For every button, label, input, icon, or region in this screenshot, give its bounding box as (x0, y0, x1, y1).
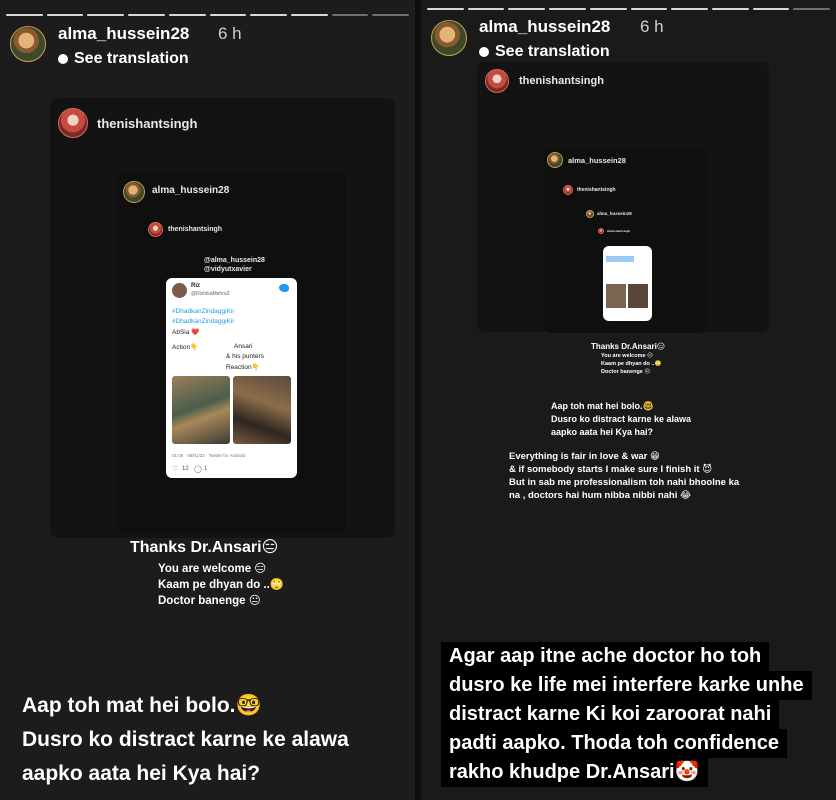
nested-story-card: alma_hussein28 thenishantsingh @alma_hus… (116, 173, 346, 533)
repost-avatar (58, 108, 88, 138)
tweet-meta: 01:05 · 06/01/22 · Twitter for Android (172, 453, 245, 458)
story-progress-bar (427, 8, 831, 10)
tweet-hashtag-1: #DhadkanZindaggiKii (172, 308, 234, 315)
tweet-line-action: Action👇 (172, 344, 199, 351)
story-time: 6 h (640, 17, 664, 36)
tweet-reply-icon: ◯ (194, 466, 202, 473)
story-left[interactable]: alma_hussein28 6 h See translation theni… (0, 0, 415, 800)
profile-avatar[interactable] (10, 26, 46, 62)
shared-story-card[interactable]: thenishantsingh alma_hussein28 thenishan… (50, 98, 395, 538)
tweet-card: Riz @RishikaMehra3 #DhadkanZindaggiKii #… (166, 278, 297, 478)
reply-line-2: Kaam pe dhyan do ..🙄 (601, 361, 662, 367)
translate-icon (58, 54, 68, 64)
repost-avatar (485, 69, 509, 93)
tweet-line-absia: AbSia ❤️ (172, 329, 200, 336)
see-translation-label: See translation (74, 50, 189, 67)
repost-username: thenishantsingh (97, 116, 198, 131)
caption-line-3: aapko aata hei Kya hai? (22, 762, 261, 785)
story-text-line-1: Everything is fair in love & war 😁 (509, 451, 660, 462)
nested-repost-avatar (148, 222, 163, 237)
see-translation-button[interactable]: See translation (479, 43, 610, 61)
story-username[interactable]: alma_hussein28 (479, 17, 610, 37)
profile-avatar[interactable] (431, 20, 467, 56)
thanks-text: Thanks Dr.Ansari😑 (130, 539, 279, 556)
reply-line-3: Doctor banenge 😐 (601, 369, 651, 375)
story-username[interactable]: alma_hussein28 (58, 24, 189, 44)
tweet-hashtags (606, 256, 634, 262)
twitter-bird-icon (279, 284, 289, 292)
tweet-line-ansari: Ansari (234, 343, 253, 350)
tweet-photo-right (628, 284, 648, 308)
nested-username: alma_hussein28 (568, 156, 626, 165)
thanks-text: Thanks Dr.Ansari😑 (591, 342, 666, 351)
translate-icon (479, 47, 489, 57)
repost-username: thenishantsingh (519, 75, 604, 87)
deep-username: alma_hussein28 (597, 211, 632, 216)
see-translation-label: See translation (495, 43, 610, 60)
tweet-handle: @RishikaMehra3 (191, 291, 230, 297)
tweet-avatar (172, 283, 187, 298)
nested-caption-line-2: Dusro ko distract karne ke alawa (551, 414, 692, 424)
nested-username: alma_hussein28 (152, 185, 230, 196)
tweet-line-punters: & his punters (226, 353, 264, 360)
nested-caption-line-3: aapko aata hei Kya hai? (551, 427, 654, 437)
caption-line-4: padti aapko. Thoda toh confidence (441, 729, 788, 758)
deep-repost-avatar (598, 228, 604, 234)
caption-line-2: dusro ke life mei interfere karke unhe (441, 671, 812, 700)
tweet-photo-right (233, 376, 291, 444)
caption-line-2: Dusro ko distract karne ke alawa (22, 728, 349, 751)
nested-repost-username: thenishantsingh (168, 226, 223, 233)
tweet-line-reaction: Reaction👇 (226, 364, 260, 371)
nested-caption-line-1: Aap toh mat hei bolo.🤓 (551, 401, 654, 411)
caption-line-3: distract karne Ki koi zaroorat nahi (441, 700, 780, 729)
shared-story-card[interactable]: thenishantsingh alma_hussein28 thenishan… (477, 62, 769, 333)
tweet-hashtag-2: #DhadkanZindaggiKii (172, 318, 234, 325)
see-translation-button[interactable]: See translation (58, 50, 189, 68)
mention-1: @alma_hussein28 (204, 257, 265, 264)
reply-line-1: You are welcome 😑 (601, 353, 653, 359)
caption-line-1: Aap toh mat hei bolo.🤓 (22, 694, 262, 717)
tweet-card (603, 246, 652, 321)
tweet-photo-left (606, 284, 626, 308)
mention-2: @vidyutxavier (204, 266, 252, 273)
reply-line-1: You are welcome 😑 (158, 563, 267, 575)
deep-repost-username: thenishantsingh (607, 229, 631, 233)
reply-line-2: Kaam pe dhyan do ..🙄 (158, 579, 285, 591)
reply-line-3: Doctor banenge 😐 (158, 595, 261, 607)
story-text-line-3: But in sab me professionalism toh nahi b… (509, 477, 740, 488)
story-text-line-2: & if somebody starts I make sure I finis… (509, 464, 713, 475)
tweet-replies-count: 1 (204, 466, 208, 472)
story-time: 6 h (218, 24, 242, 43)
nested-repost-username: thenishantsingh (577, 187, 616, 193)
tweet-like-icon: ♡ (172, 466, 179, 473)
nested-repost-avatar (563, 185, 573, 195)
tweet-likes-count: 12 (182, 466, 189, 472)
caption-line-1: Agar aap itne ache doctor ho toh (441, 642, 770, 671)
nested-avatar (547, 152, 563, 168)
story-right[interactable]: alma_hussein28 6 h See translation theni… (421, 0, 836, 800)
deep-avatar (586, 210, 594, 218)
nested-story-card: alma_hussein28 thenishantsingh alma_huss… (543, 148, 708, 333)
nested-avatar (123, 181, 145, 203)
tweet-photo-left (172, 376, 230, 444)
caption-line-5: rakho khudpe Dr.Ansari🤡 (441, 758, 708, 787)
story-progress-bar (6, 14, 410, 16)
tweet-name: Riz (191, 283, 200, 289)
story-text-line-4: na , doctors hai hum nibba nibbi nahi 😂 (509, 490, 692, 501)
